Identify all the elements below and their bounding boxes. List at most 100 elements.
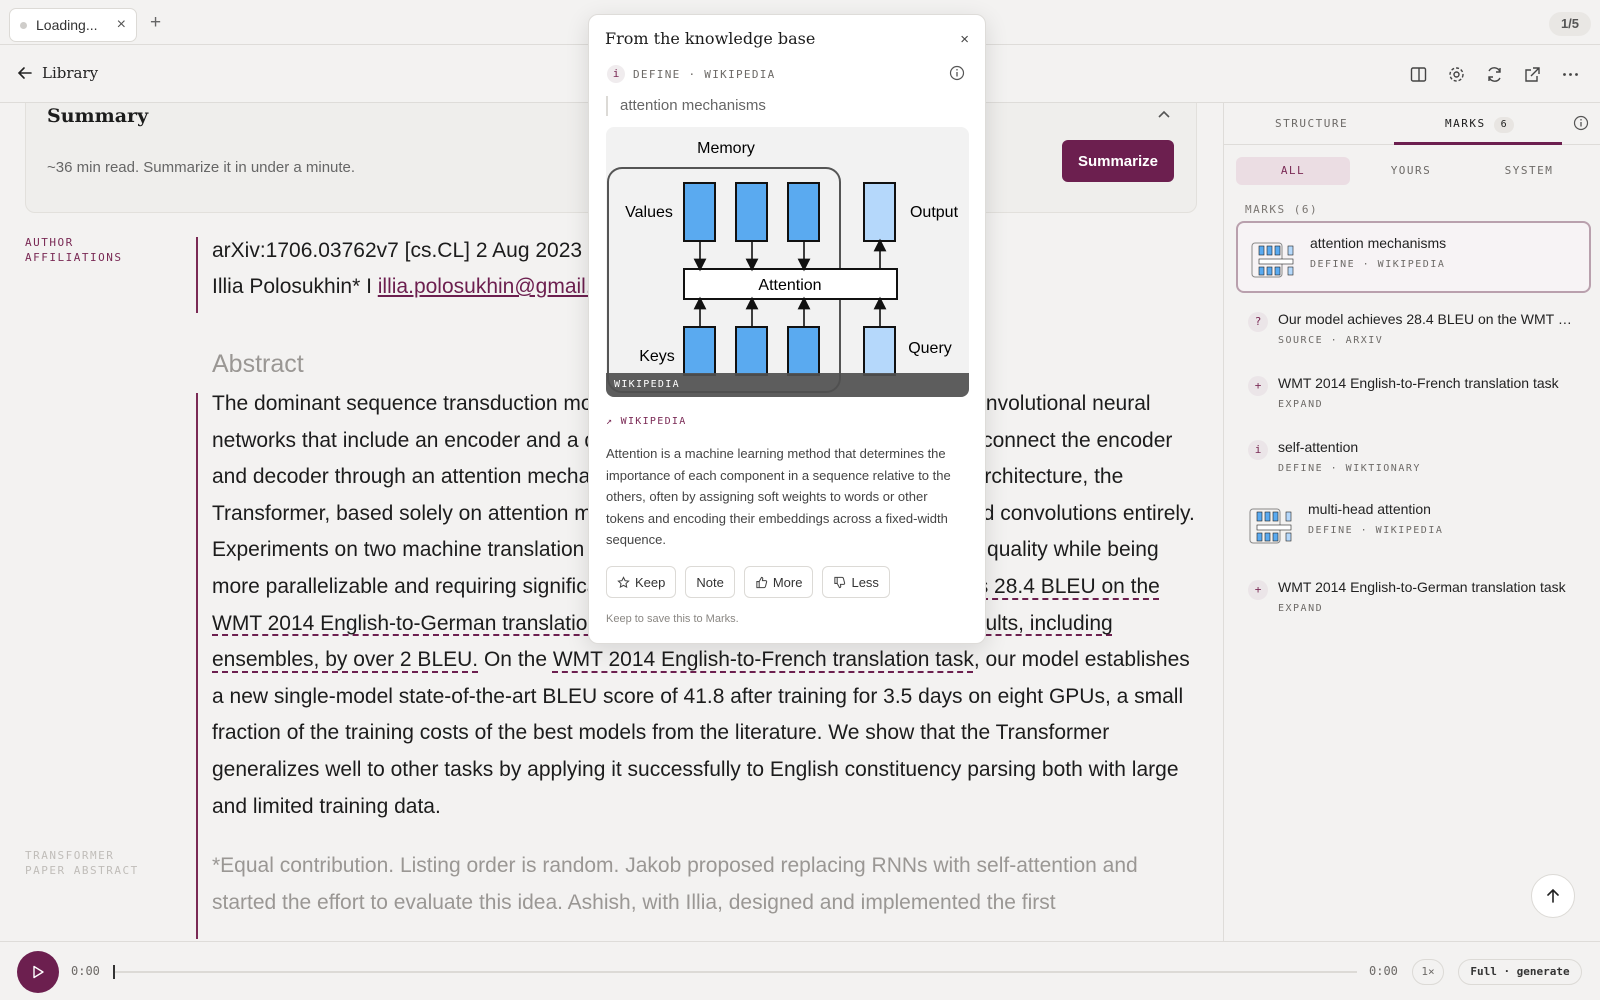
mark-subtitle: EXPAND [1278, 603, 1324, 614]
mark-item[interactable]: + WMT 2014 English-to-French translation … [1236, 367, 1591, 419]
time-total: 0:00 [1369, 964, 1398, 978]
tab-counter: 1/5 [1549, 12, 1591, 36]
marks-panel: STRUCTURE MARKS 6 ALL YOURS SYSTEM MARKS … [1223, 103, 1600, 941]
note-label: Note [696, 574, 724, 590]
loading-dot-icon [20, 21, 27, 29]
mark-title: attention mechanisms [1310, 235, 1447, 251]
more-button[interactable]: More [743, 566, 814, 598]
mark-subtitle: EXPAND [1278, 399, 1324, 410]
popover-tag: i DEFINE · WIKIPEDIA [607, 65, 776, 83]
info-icon[interactable] [949, 65, 965, 81]
mark-title: self-attention [1278, 439, 1359, 455]
tab-marks[interactable]: MARKS 6 [1445, 117, 1514, 133]
mark-title: multi-head attention [1308, 501, 1431, 517]
more-icon[interactable] [1561, 65, 1580, 84]
less-label: Less [851, 574, 879, 590]
abstract-text-2: On the [478, 648, 553, 672]
refresh-icon[interactable] [1485, 65, 1504, 84]
star-icon [617, 575, 630, 588]
summary-heading: Summary [47, 105, 149, 127]
query-block [863, 326, 896, 376]
external-link-icon[interactable] [1523, 65, 1542, 84]
tab-title: Loading... [36, 17, 98, 33]
mark-item[interactable]: attention mechanisms DEFINE · WIKIPEDIA [1236, 221, 1591, 293]
progress-track[interactable] [113, 965, 1357, 979]
filter-all[interactable]: ALL [1236, 157, 1350, 185]
mark-type-badge-icon: i [1248, 440, 1268, 460]
mark-title: Our model achieves 28.4 BLEU on the WMT … [1278, 311, 1576, 327]
summarize-button[interactable]: Summarize [1062, 140, 1174, 182]
mark-type-badge-icon: + [1248, 580, 1268, 600]
arxiv-id: arXiv:1706.03762v7 [cs.CL] 2 Aug 2023 [212, 239, 583, 262]
mode-button[interactable]: Full · generate [1458, 959, 1582, 985]
mark-subtitle: SOURCE · ARXIV [1278, 335, 1384, 346]
mark-title: WMT 2014 English-to-German translation t… [1278, 579, 1566, 595]
arrow-left-icon [17, 67, 32, 79]
progress-knob[interactable] [113, 965, 115, 979]
output-label: Output [910, 204, 959, 221]
audio-player: 0:00 0:00 1× Full · generate [0, 941, 1600, 1000]
popover-query: attention mechanisms [606, 96, 766, 116]
filter-system[interactable]: SYSTEM [1472, 157, 1586, 185]
transformer-abstract-label: TRANSFORMER PAPER ABSTRACT [25, 849, 139, 877]
back-to-library-button[interactable]: Library [17, 64, 98, 82]
values-label: Values [625, 204, 673, 221]
active-tab-underline [1394, 142, 1562, 145]
mark-subtitle: DEFINE · WIKTIONARY [1278, 463, 1421, 474]
speed-button[interactable]: 1× [1412, 959, 1444, 985]
gear-icon[interactable] [1447, 65, 1466, 84]
note-button[interactable]: Note [685, 566, 735, 598]
time-current: 0:00 [71, 964, 100, 978]
less-button[interactable]: Less [822, 566, 890, 598]
tab-structure[interactable]: STRUCTURE [1275, 117, 1348, 130]
keys-label: Keys [639, 348, 675, 365]
mark-highlight-french[interactable]: WMT 2014 English-to-French translation t… [553, 648, 974, 671]
keep-button[interactable]: Keep [606, 566, 677, 598]
attention-label: Attention [758, 277, 821, 294]
filter-yours[interactable]: YOURS [1354, 157, 1468, 185]
new-tab-button[interactable]: + [150, 12, 161, 34]
mark-item[interactable]: + WMT 2014 English-to-German translation … [1236, 571, 1591, 623]
popover-description: Attention is a machine learning method t… [606, 446, 951, 547]
attention-diagram-thumbnail-icon [1251, 242, 1294, 278]
mark-subtitle: DEFINE · WIKIPEDIA [1308, 525, 1444, 536]
panel-icon[interactable] [1409, 65, 1428, 84]
mark-item[interactable]: ? Our model achieves 28.4 BLEU on the WMT… [1236, 303, 1591, 355]
wikipedia-source-link[interactable]: ↗ WIKIPEDIA [606, 416, 687, 427]
scroll-to-top-button[interactable] [1531, 874, 1575, 918]
back-label: Library [42, 64, 99, 82]
memory-label: Memory [697, 140, 755, 157]
browser-tab[interactable]: Loading... × [9, 8, 137, 42]
more-label: More [772, 574, 803, 590]
play-icon [33, 965, 44, 979]
keep-label: Keep [635, 574, 666, 590]
chevron-up-icon[interactable] [1157, 108, 1171, 122]
author-name: Illia Polosukhin* I [212, 275, 378, 298]
output-block [863, 182, 896, 242]
knowledge-popover: From the knowledge base × i DEFINE · WIK… [588, 14, 986, 644]
tab-close-button[interactable]: × [117, 16, 126, 34]
marks-label: MARKS (6) [1245, 203, 1319, 216]
play-button[interactable] [17, 951, 59, 993]
abstract-text-3: , our model establishes a new single-mod… [212, 648, 1190, 818]
key-blocks [683, 326, 820, 376]
arrow-up-icon [1547, 888, 1559, 903]
abstract-rule [196, 393, 198, 939]
attention-diagram-thumbnail-icon [1249, 508, 1292, 544]
popover-close-button[interactable]: × [960, 31, 969, 48]
mark-item[interactable]: multi-head attention DEFINE · WIKIPEDIA [1236, 495, 1591, 555]
keep-hint: Keep to save this to Marks. [606, 613, 739, 625]
mark-title: WMT 2014 English-to-French translation t… [1278, 375, 1559, 391]
popover-title: From the knowledge base [605, 29, 816, 48]
thumbs-down-icon [834, 576, 846, 588]
info-icon[interactable] [1573, 115, 1589, 131]
marks-count-badge: 6 [1493, 117, 1514, 133]
mark-item[interactable]: i self-attention DEFINE · WIKTIONARY [1236, 431, 1591, 483]
summary-text: ~36 min read. Summarize it in under a mi… [47, 159, 356, 176]
author-line: Illia Polosukhin* I illia.polosukhin@gma… [212, 275, 631, 299]
value-blocks [683, 182, 820, 242]
mark-subtitle: DEFINE · WIKIPEDIA [1310, 259, 1446, 270]
thumbs-up-icon [756, 576, 768, 588]
mark-type-badge-icon: ? [1248, 312, 1268, 332]
author-rule [196, 237, 198, 313]
